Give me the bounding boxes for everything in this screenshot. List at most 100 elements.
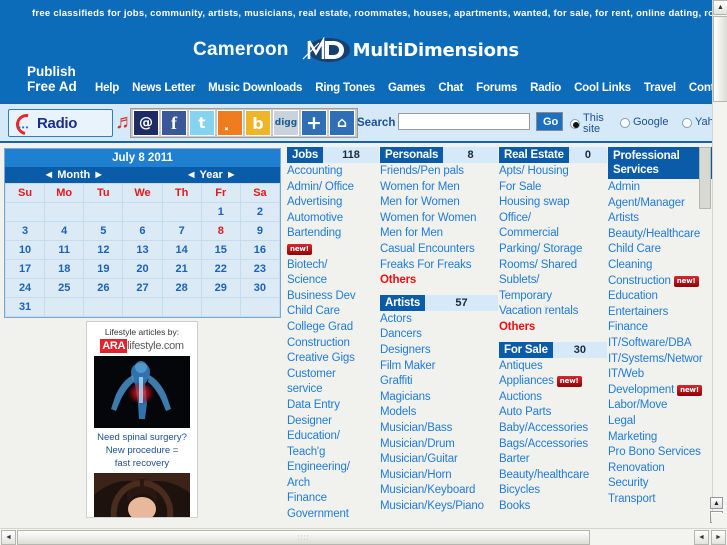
category-list-item[interactable]: College Grad: [287, 320, 379, 336]
calendar-day-29[interactable]: 29: [200, 278, 241, 298]
category-link[interactable]: Arch: [287, 477, 310, 489]
category-list-item[interactable]: Biotech/: [287, 258, 379, 274]
calendar-day-12[interactable]: 12: [83, 240, 124, 260]
radio-dot-icon[interactable]: [570, 119, 580, 129]
category-list-item[interactable]: Graffiti: [380, 374, 498, 390]
category-list-item[interactable]: IT/Software/DBA: [608, 336, 712, 352]
category-list-item[interactable]: Bicycles: [499, 483, 607, 499]
category-link[interactable]: Security: [608, 477, 648, 489]
category-link[interactable]: Bicycles: [499, 484, 540, 496]
calendar-day-17[interactable]: 17: [4, 259, 46, 279]
calendar-day-9[interactable]: 9: [239, 221, 281, 241]
category-list-item[interactable]: Beauty/healthcare: [499, 468, 607, 484]
category-list-item[interactable]: Rooms/ Shared: [499, 258, 607, 274]
radio-dot-icon[interactable]: [682, 117, 692, 128]
category-link[interactable]: IT/Software/DBA: [608, 337, 692, 349]
category-link[interactable]: Freaks For Freaks: [380, 259, 472, 271]
category-list-item[interactable]: Cleaning: [608, 258, 712, 274]
horizontal-scrollbar[interactable]: ◄ :::: ◄ ►: [0, 528, 727, 545]
publish-free-ad-button[interactable]: Publish Free Ad: [27, 64, 102, 94]
category-list-item[interactable]: Freaks For Freaks: [380, 258, 498, 274]
calendar-day-10[interactable]: 10: [4, 240, 46, 260]
calendar-day-22[interactable]: 22: [200, 259, 241, 279]
category-list-item[interactable]: Construction new!: [608, 274, 712, 290]
category-link[interactable]: IT/Web: [608, 368, 644, 380]
category-link[interactable]: Designer: [287, 415, 332, 427]
calendar-day-11[interactable]: 11: [44, 240, 85, 260]
category-list-item[interactable]: Housing swap: [499, 195, 607, 211]
category-list-item[interactable]: Friends/Pen pals: [380, 164, 498, 180]
category-link[interactable]: Designers: [380, 344, 431, 356]
category-link[interactable]: Construction: [287, 337, 350, 349]
category-header-professional-services[interactable]: Professional Services: [608, 147, 712, 179]
category-link[interactable]: Education/: [287, 430, 340, 442]
category-link[interactable]: Marketing: [608, 431, 657, 443]
category-list-item[interactable]: Musician/Keys/Piano: [380, 499, 498, 515]
category-list-item[interactable]: Baby/Accessories: [499, 421, 607, 437]
category-link[interactable]: Musician/Guitar: [380, 453, 458, 465]
category-list-item[interactable]: Data Entry: [287, 398, 379, 414]
category-link[interactable]: Child Care: [608, 243, 661, 255]
addthis-icon[interactable]: +: [301, 110, 327, 136]
calendar-day-16[interactable]: 16: [239, 240, 281, 260]
category-list-item[interactable]: Teach'g: [287, 445, 379, 461]
category-link[interactable]: College Grad: [287, 321, 353, 333]
category-list-item[interactable]: Musician/Horn: [380, 468, 498, 484]
category-list-item[interactable]: Others: [499, 320, 607, 336]
calendar-day-28[interactable]: 28: [161, 278, 202, 298]
category-list-item[interactable]: Auto Parts: [499, 405, 607, 421]
nav-item-ring-tones[interactable]: Ring Tones: [315, 82, 375, 94]
calendar-day-20[interactable]: 20: [122, 259, 163, 279]
category-link[interactable]: Friends/Pen pals: [380, 165, 464, 177]
scope-radio-this-site[interactable]: This site: [570, 113, 609, 135]
calendar-day-2[interactable]: 2: [239, 202, 281, 222]
category-link[interactable]: Others: [380, 274, 416, 286]
category-list-item[interactable]: Pro Bono Services: [608, 445, 712, 461]
calendar-year-nav[interactable]: ◄ Year ►: [143, 169, 281, 181]
nav-item-radio[interactable]: Radio: [530, 82, 561, 94]
nav-item-music-downloads[interactable]: Music Downloads: [208, 82, 302, 94]
category-link[interactable]: Apts/ Housing: [499, 165, 569, 177]
vertical-scrollbar[interactable]: ▲ ▼: [712, 0, 727, 528]
category-list-item[interactable]: Appliances new!: [499, 374, 607, 390]
category-list-item[interactable]: Finance: [287, 491, 379, 507]
calendar-day-13[interactable]: 13: [122, 240, 163, 260]
category-header-for-sale[interactable]: For Sale 30: [499, 341, 607, 358]
digg-icon[interactable]: digg: [273, 110, 299, 136]
category-list-item[interactable]: Admin: [608, 180, 712, 196]
category-link[interactable]: Business Dev: [287, 290, 356, 302]
nav-item-contac[interactable]: Contac: [689, 82, 712, 94]
calendar-day-30[interactable]: 30: [239, 278, 281, 298]
scroll-right-arrow-icon-1[interactable]: ◄: [694, 530, 709, 545]
category-link[interactable]: Housing swap: [499, 196, 570, 208]
category-list-item[interactable]: Construction: [287, 336, 379, 352]
category-link[interactable]: Customer: [287, 368, 336, 380]
category-link[interactable]: Engineering/: [287, 461, 350, 473]
category-list-item[interactable]: Artists: [608, 211, 712, 227]
category-link[interactable]: Admin/ Office: [287, 181, 354, 193]
category-list-item[interactable]: Creative Gigs: [287, 351, 379, 367]
category-link[interactable]: Entertainers: [608, 306, 668, 318]
category-list-item[interactable]: Vacation rentals: [499, 304, 607, 320]
calendar-day-18[interactable]: 18: [44, 259, 85, 279]
calendar-day-5[interactable]: 5: [83, 221, 124, 241]
category-list-item[interactable]: Casual Encounters: [380, 242, 498, 258]
category-list-item[interactable]: Advertising: [287, 195, 379, 211]
category-link[interactable]: Musician/Drum: [380, 438, 455, 450]
calendar-day-24[interactable]: 24: [4, 278, 46, 298]
category-link[interactable]: Renovation: [608, 462, 665, 474]
search-input[interactable]: [398, 113, 530, 130]
calendar-day-31[interactable]: 31: [4, 297, 46, 317]
category-list-item[interactable]: Barter: [499, 452, 607, 468]
category-link[interactable]: Temporary: [499, 290, 552, 302]
calendar-month-nav[interactable]: ◄ Month ►: [5, 169, 143, 181]
scroll-left-arrow-icon[interactable]: ◄: [1, 530, 16, 545]
category-link[interactable]: Labor/Move: [608, 399, 667, 411]
category-link[interactable]: Bags/Accessories: [499, 438, 588, 450]
category-list-item[interactable]: Musician/Keyboard: [380, 483, 498, 499]
category-list-item[interactable]: Actors: [380, 312, 498, 328]
home-icon[interactable]: ⌂: [329, 110, 355, 136]
category-link[interactable]: Advertising: [287, 196, 342, 208]
calendar-day-25[interactable]: 25: [44, 278, 85, 298]
inner-scroll-up-button[interactable]: ▲: [710, 497, 723, 509]
